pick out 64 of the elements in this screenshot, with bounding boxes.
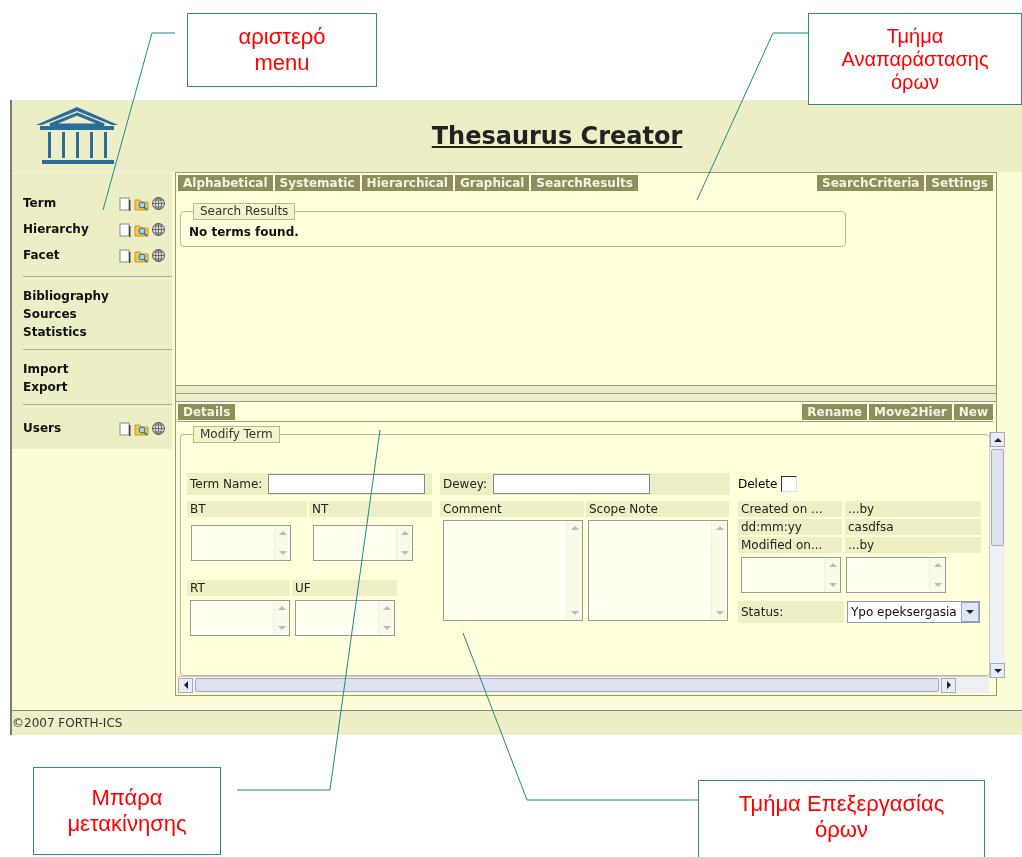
info-value: ...by bbox=[845, 501, 981, 517]
info-value: ...by bbox=[845, 537, 981, 553]
menu-item[interactable]: Sources bbox=[23, 305, 172, 323]
menu-item[interactable]: Statistics bbox=[23, 323, 172, 341]
tab[interactable]: Settings bbox=[926, 175, 993, 191]
tab[interactable]: Details bbox=[178, 404, 236, 420]
column-header: NT bbox=[309, 501, 432, 517]
info-label: Modified on... bbox=[738, 537, 842, 553]
info-value: casdfsa bbox=[845, 519, 981, 535]
tab[interactable]: SearchResults bbox=[531, 175, 638, 191]
panel-legend: Modify Term bbox=[193, 426, 280, 443]
column-header: RT bbox=[187, 580, 290, 596]
status-dropdown[interactable]: Ypo epeksergasia bbox=[847, 601, 980, 623]
document-icon[interactable] bbox=[117, 195, 132, 211]
splitter-bar[interactable] bbox=[176, 384, 996, 402]
tab[interactable]: Hierarchical bbox=[361, 175, 453, 191]
tab[interactable]: Alphabetical bbox=[178, 175, 273, 191]
document-icon[interactable] bbox=[117, 247, 132, 263]
column-header: BT bbox=[187, 501, 307, 517]
input-field[interactable] bbox=[268, 474, 426, 494]
scroll-left-icon[interactable] bbox=[178, 677, 193, 693]
tab[interactable]: Systematic bbox=[274, 175, 360, 191]
tab[interactable]: Rename bbox=[802, 404, 867, 420]
field-label: Dewey: bbox=[442, 477, 489, 491]
globe-icon[interactable] bbox=[151, 247, 166, 263]
column-header: UF bbox=[292, 580, 397, 596]
tab[interactable]: Graphical bbox=[454, 175, 530, 191]
globe-icon[interactable] bbox=[151, 195, 166, 211]
checkbox[interactable] bbox=[781, 476, 798, 492]
scroll-up-icon[interactable] bbox=[990, 432, 1005, 447]
callout-box: Μπάρα μετακίνησης bbox=[33, 767, 221, 855]
callout-box: Τμήμα Αναπαράστασης όρων bbox=[808, 13, 1022, 105]
menu-item[interactable]: Bibliography bbox=[23, 287, 172, 305]
column-header: Comment bbox=[440, 501, 584, 517]
column-header: Scope Note bbox=[586, 501, 729, 517]
field-label: Status: bbox=[738, 601, 844, 623]
vertical-scrollbar[interactable] bbox=[989, 432, 1005, 678]
tab[interactable]: New bbox=[953, 404, 993, 420]
scroll-right-icon[interactable] bbox=[941, 677, 956, 693]
globe-icon[interactable] bbox=[151, 420, 166, 436]
menu-item[interactable]: Import bbox=[23, 360, 172, 378]
tab[interactable]: Move2Hier bbox=[869, 404, 952, 420]
menu-item[interactable]: Term bbox=[23, 196, 117, 210]
empty-message: No terms found. bbox=[189, 225, 299, 239]
field-label: Term Name: bbox=[189, 477, 264, 491]
menu-item[interactable]: Facet bbox=[23, 248, 117, 262]
globe-icon[interactable] bbox=[151, 221, 166, 237]
tab[interactable]: SearchCriteria bbox=[817, 175, 925, 191]
menu-item[interactable]: Export bbox=[23, 378, 172, 396]
document-icon[interactable] bbox=[117, 221, 132, 237]
field-label: Delete bbox=[738, 477, 778, 491]
app-title: Thesaurus Creator bbox=[431, 122, 683, 150]
input-field[interactable] bbox=[493, 474, 651, 494]
callout-box: Τμήμα Επεξεργασίας όρων bbox=[698, 780, 985, 857]
callout-box: αριστερό menu bbox=[187, 13, 377, 87]
info-label: dd:mm:yy bbox=[738, 519, 842, 535]
scroll-down-icon[interactable] bbox=[990, 663, 1005, 678]
document-icon[interactable] bbox=[117, 420, 132, 436]
copyright-text: ©2007 FORTH-ICS bbox=[12, 716, 123, 730]
horizontal-scrollbar[interactable] bbox=[178, 676, 989, 693]
menu-item[interactable]: Hierarchy bbox=[23, 222, 117, 236]
menu-item[interactable]: Users bbox=[23, 421, 117, 435]
info-label: Created on ... bbox=[738, 501, 842, 517]
panel-legend: Search Results bbox=[193, 203, 296, 220]
